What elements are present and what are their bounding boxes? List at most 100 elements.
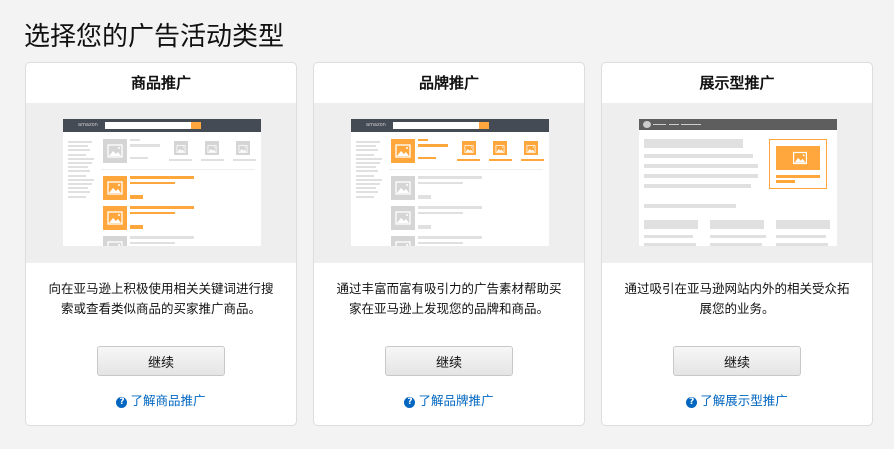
placeholder-bar [418,176,482,179]
card-sponsored-display: 展示型推广 通过吸引在亚马逊网站内外的相关受众拓展您的业务。 继续 ? 了解展示型… [601,62,873,426]
search-box [105,122,192,129]
placeholder-bar [356,166,376,169]
learn-more-link[interactable]: ? 了解商品推广 [26,390,296,409]
learn-more-label[interactable]: 了解展示型推广 [700,393,788,408]
card-title: 品牌推广 [418,74,479,92]
placeholder-bar [130,212,175,214]
placeholder-bar [653,124,666,125]
placeholder-bar [68,191,90,194]
placeholder-bar [130,236,194,239]
placeholder-bar [68,195,86,198]
placeholder-bar [68,170,90,173]
placeholder-bar [130,195,143,199]
image-icon [789,147,811,169]
image-icon [391,236,415,246]
placeholder-bar [356,174,374,177]
placeholder-bar [644,184,751,188]
card-sponsored-products: 商品推广 amazon 向在亚马逊上积极使用相关关键词进行搜索或查看类似商品的买… [25,62,297,426]
card-sponsored-brands: 品牌推广 amazon 通过丰富而富有吸引力的广告素材帮助买家在亚马逊上发现您的… [313,62,585,426]
placeholder-bar [68,183,92,185]
placeholder-bar [776,180,795,183]
placeholder-bar [356,170,378,173]
placeholder-bar [130,242,175,244]
placeholder-bar [710,235,766,238]
avatar-dot [643,121,651,128]
placeholder-bar [356,145,376,148]
placeholder-bar [669,124,679,125]
placeholder-bar [644,139,743,148]
placeholder-bar [130,144,160,147]
image-icon [103,206,127,230]
page-title: 选择您的广告活动类型 [24,22,285,52]
search-box [393,122,480,129]
learn-more-link[interactable]: ? 了解品牌推广 [314,390,584,409]
placeholder-bar [681,124,701,125]
illustration [602,103,872,263]
placeholder-bar [130,206,194,209]
illustration: amazon [314,103,584,263]
placeholder-bar [418,144,448,147]
image-icon [391,206,415,230]
sponsored-display-mockup [639,119,837,246]
image-icon [524,141,538,155]
placeholder-bar [68,174,86,177]
help-icon: ? [116,397,128,408]
image-icon [174,141,188,155]
card-title: 展示型推广 [699,74,775,92]
placeholder-bar [710,243,762,246]
illustration: amazon [26,103,296,263]
placeholder-bar [644,220,698,229]
image-icon [391,176,415,200]
image-icon [236,141,250,155]
amazon-logo: amazon [366,122,386,128]
placeholder-bar [68,141,92,143]
card-description: 向在亚马逊上积极使用相关关键词进行搜索或查看类似商品的买家推广商品。 [48,281,274,316]
placeholder-bar [418,212,463,214]
placeholder-bar [201,159,224,161]
image-icon [103,236,127,246]
learn-more-link[interactable]: ? 了解展示型推广 [602,390,872,409]
amazon-logo: amazon [78,122,98,128]
placeholder-bar [418,225,431,229]
placeholder-bar [418,139,428,141]
placeholder-bar [418,195,431,199]
placeholder-bar [68,166,88,169]
continue-button[interactable]: 继续 [673,346,801,376]
placeholder-bar [644,164,758,168]
placeholder-bar [356,178,382,181]
placeholder-bar [776,235,826,238]
image-icon [103,139,127,163]
placeholder-bar [68,153,86,156]
sponsored-brands-mockup: amazon [351,119,549,246]
placeholder-bar [356,153,374,156]
sponsored-products-mockup: amazon [63,119,261,246]
placeholder-bar [356,187,376,190]
placeholder-bar [233,159,256,161]
continue-button[interactable]: 继续 [97,346,225,376]
placeholder-bar [776,220,830,229]
placeholder-bar [356,191,378,194]
placeholder-bar [644,235,693,238]
divider [101,169,255,170]
placeholder-bar [68,178,94,181]
placeholder-bar [418,157,436,159]
card-description: 通过丰富而富有吸引力的广告素材帮助买家在亚马逊上发现您的品牌和商品。 [336,281,562,316]
placeholder-bar [776,243,828,246]
placeholder-bar [489,159,512,161]
placeholder-bar [644,243,696,246]
placeholder-bar [521,159,544,161]
continue-button[interactable]: 继续 [385,346,513,376]
placeholder-bar [418,236,482,239]
image-icon [391,139,415,163]
placeholder-bar [68,157,94,160]
learn-more-label[interactable]: 了解品牌推广 [418,393,493,408]
placeholder-bar [644,204,736,208]
placeholder-bar [130,225,143,229]
placeholder-bar [776,175,820,178]
learn-more-label[interactable]: 了解商品推广 [130,393,205,408]
placeholder-bar [68,187,88,190]
image-icon [462,141,476,155]
placeholder-bar [356,149,378,152]
placeholder-bar [418,206,482,209]
placeholder-bar [418,182,463,184]
